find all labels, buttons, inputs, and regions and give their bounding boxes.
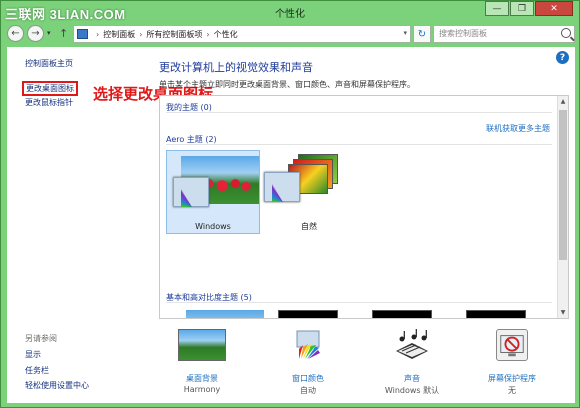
screen-saver-label: 屏幕保护程序 (488, 374, 536, 383)
desktop-background-button[interactable]: 桌面背景 Harmony (157, 329, 247, 403)
breadcrumb-control-panel[interactable]: 控制面板 (103, 29, 135, 40)
theme-components-bar: 桌面背景 Harmony 窗口颜色 自动 声音 Windows 默认 屏幕保护程… (149, 323, 575, 403)
theme-preview-background (278, 310, 338, 318)
theme-name: 自然 (301, 222, 317, 231)
content-area: 控制面板主页 更改桌面图标 更改鼠标指针 另请参阅 显示 任务栏 轻松使用设置中… (7, 47, 575, 403)
breadcrumb-separator: › (206, 29, 210, 39)
recent-pages-dropdown[interactable]: ▾ (47, 29, 51, 37)
window-color-button[interactable]: 窗口颜色 自动 (263, 329, 353, 403)
sounds-value: Windows 默认 (384, 386, 440, 395)
theme-list[interactable]: 我的主题 (0) 联机获取更多主题 Aero 主题 (2) Windows 自然… (159, 95, 569, 319)
help-icon[interactable]: ? (556, 51, 569, 64)
window-color-value: 自动 (300, 386, 316, 395)
breadcrumb-separator: › (96, 29, 100, 39)
forward-button[interactable]: → (27, 25, 44, 42)
theme-preview-background (186, 310, 264, 318)
desktop-background-value: Harmony (183, 385, 221, 394)
divider (166, 144, 552, 145)
control-panel-home-link[interactable]: 控制面板主页 (25, 58, 73, 69)
theme-preview-background (372, 310, 432, 318)
theme-name: Windows (195, 222, 231, 231)
sounds-label: 声音 (404, 374, 420, 383)
search-icon[interactable] (561, 28, 571, 38)
desktop-background-label: 桌面背景 (186, 374, 218, 383)
minimize-button[interactable]: — (485, 1, 509, 16)
theme-high-contrast-3[interactable] (450, 308, 544, 318)
breadcrumb-all-items[interactable]: 所有控制面板项 (146, 29, 202, 40)
navigation-bar: ← → ▾ ↑ › 控制面板 › 所有控制面板项 › 个性化 ▾ ↻ 搜索控制面… (7, 23, 575, 45)
change-desktop-icons-link[interactable]: 更改桌面图标 (22, 81, 78, 96)
address-bar[interactable]: › 控制面板 › 所有控制面板项 › 个性化 ▾ (73, 25, 411, 43)
taskbar-link[interactable]: 任务栏 (25, 365, 49, 376)
theme-high-contrast-1[interactable] (262, 308, 356, 318)
divider (166, 302, 552, 303)
breadcrumb-separator: › (139, 29, 143, 39)
window-color-label: 窗口颜色 (292, 374, 324, 383)
control-panel-icon (77, 29, 88, 39)
window-color-icon (296, 330, 320, 359)
color-fan-icon (272, 184, 294, 202)
scroll-up-icon[interactable]: ▲ (558, 98, 568, 105)
screen-saver-value: 无 (508, 386, 516, 395)
theme-high-contrast-2[interactable] (356, 308, 450, 318)
maximize-button[interactable]: ❐ (510, 1, 534, 16)
title-bar[interactable]: 三联网 3LIAN.COM 个性化 — ❐ ✕ (1, 1, 579, 22)
screensaver-icon (496, 329, 528, 361)
search-placeholder: 搜索控制面板 (439, 29, 487, 38)
scroll-thumb[interactable] (559, 110, 567, 260)
screen-saver-button[interactable]: 屏幕保护程序 无 (467, 329, 557, 403)
color-fan-icon (181, 189, 203, 207)
page-title: 更改计算机上的视觉效果和声音 (159, 61, 313, 74)
divider (166, 112, 552, 113)
up-button[interactable]: ↑ (59, 27, 68, 40)
personalization-window: 三联网 3LIAN.COM 个性化 — ❐ ✕ ← → ▾ ↑ › 控制面板 ›… (0, 0, 580, 408)
page-description: 单击某个主题立即同时更改桌面背景、窗口颜色、声音和屏幕保护程序。 (159, 80, 415, 89)
display-link[interactable]: 显示 (25, 349, 41, 360)
theme-nature[interactable]: 自然 (262, 150, 356, 234)
theme-preview-background (466, 310, 526, 318)
ease-of-access-link[interactable]: 轻松使用设置中心 (25, 380, 89, 391)
refresh-button[interactable]: ↻ (413, 25, 431, 43)
address-dropdown-icon[interactable]: ▾ (403, 29, 407, 37)
window-controls: — ❐ ✕ (484, 1, 573, 16)
sounds-button[interactable]: 声音 Windows 默认 (367, 329, 457, 403)
see-also-heading: 另请参阅 (25, 334, 57, 343)
desktop-background-icon (178, 329, 226, 361)
change-mouse-pointer-link[interactable]: 更改鼠标指针 (25, 97, 73, 108)
back-button[interactable]: ← (7, 25, 24, 42)
theme-windows[interactable]: Windows (166, 150, 260, 234)
theme-windows-basic[interactable] (166, 308, 264, 318)
sound-icon (396, 329, 428, 359)
theme-list-scrollbar[interactable]: ▲ ▼ (557, 96, 568, 318)
breadcrumb-personalization[interactable]: 个性化 (214, 29, 238, 40)
scroll-down-icon[interactable]: ▼ (558, 309, 568, 316)
get-more-themes-link[interactable]: 联机获取更多主题 (486, 123, 550, 134)
search-input[interactable]: 搜索控制面板 (433, 25, 575, 43)
close-button[interactable]: ✕ (535, 1, 573, 16)
